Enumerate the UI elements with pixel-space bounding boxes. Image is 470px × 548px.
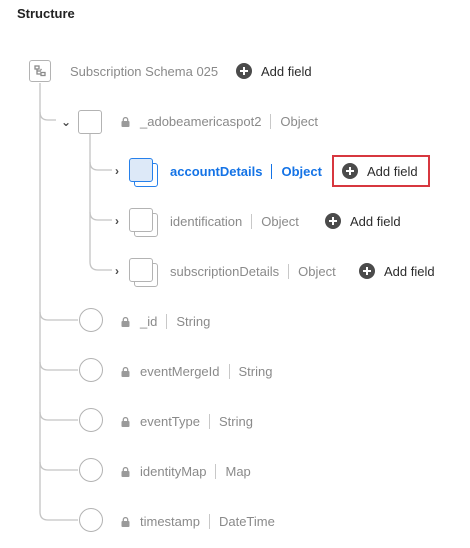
- chevron-right-icon[interactable]: ›: [115, 165, 119, 177]
- field-type: DateTime: [218, 514, 275, 529]
- field-row-eventtype[interactable]: eventType String: [121, 414, 253, 429]
- field-node-icon: [79, 308, 103, 332]
- field-node-icon: [79, 358, 103, 382]
- field-name: subscriptionDetails: [170, 264, 280, 279]
- root-add-field-button[interactable]: Add field: [236, 63, 312, 79]
- field-name: _adobeamericaspot2: [140, 114, 262, 129]
- divider: [166, 314, 168, 329]
- lock-icon: [121, 416, 130, 427]
- field-name: identityMap: [140, 464, 207, 479]
- lock-icon: [121, 466, 130, 477]
- field-name: identification: [170, 214, 243, 229]
- chevron-right-icon[interactable]: ›: [115, 215, 119, 227]
- root-row: Subscription Schema 025: [70, 64, 218, 79]
- object-stack-icon: [129, 258, 159, 288]
- field-row-timestamp[interactable]: timestamp DateTime: [121, 514, 275, 529]
- field-type: Object: [298, 264, 336, 279]
- chevron-right-icon[interactable]: ›: [115, 265, 119, 277]
- divider: [288, 264, 290, 279]
- root-name: Subscription Schema 025: [70, 64, 219, 79]
- child-row-accountdetails[interactable]: accountDetails Object: [170, 164, 322, 179]
- lock-icon: [121, 316, 130, 327]
- field-name: eventType: [140, 414, 200, 429]
- divider: [251, 214, 253, 229]
- divider: [208, 514, 210, 529]
- field-type: String: [176, 314, 211, 329]
- accountdetails-add-field-button[interactable]: Add field: [332, 155, 430, 187]
- field-type: Object: [280, 114, 318, 129]
- divider: [228, 364, 230, 379]
- field-node-icon: [79, 458, 103, 482]
- field-type: Object: [281, 164, 322, 179]
- chevron-down-icon[interactable]: ⌄: [61, 116, 71, 128]
- add-field-label: Add field: [384, 263, 435, 279]
- divider: [215, 464, 217, 479]
- object-stack-icon: [129, 158, 159, 188]
- field-name: eventMergeId: [140, 364, 220, 379]
- add-circle-icon: [325, 213, 341, 229]
- schema-icon: [29, 60, 51, 82]
- field-node-icon: [79, 408, 103, 432]
- field-row-eventmergeid[interactable]: eventMergeId String: [121, 364, 272, 379]
- field-name: timestamp: [140, 514, 200, 529]
- field-type: String: [219, 414, 253, 429]
- field-row-identitymap[interactable]: identityMap Map: [121, 464, 251, 479]
- object-stack-icon: [129, 208, 159, 238]
- divider: [270, 114, 272, 129]
- field-node-icon: [79, 508, 103, 532]
- field-name: _id: [140, 314, 158, 329]
- add-circle-icon: [359, 263, 375, 279]
- child-row-subscriptiondetails[interactable]: subscriptionDetails Object: [170, 264, 336, 279]
- add-circle-icon: [236, 63, 252, 79]
- object-row[interactable]: _adobeamericaspot2 Object: [121, 114, 318, 129]
- field-type: Map: [225, 464, 251, 479]
- divider: [271, 164, 273, 179]
- add-field-label: Add field: [367, 163, 418, 179]
- identification-add-field-button[interactable]: Add field: [325, 213, 401, 229]
- lock-icon: [121, 366, 130, 377]
- child-row-identification[interactable]: identification Object: [170, 214, 299, 229]
- subscriptiondetails-add-field-button[interactable]: Add field: [359, 263, 435, 279]
- object-icon: [78, 110, 102, 134]
- field-type: Object: [261, 214, 299, 229]
- add-field-label: Add field: [350, 213, 401, 229]
- structure-panel: Structure Subscription Schema 025 Add fi…: [0, 0, 470, 548]
- lock-icon: [121, 516, 130, 527]
- lock-icon: [121, 116, 130, 127]
- field-type: String: [238, 364, 273, 379]
- field-row-id[interactable]: _id String: [121, 314, 210, 329]
- add-circle-icon: [342, 163, 358, 179]
- divider: [209, 414, 210, 429]
- add-field-label: Add field: [261, 63, 312, 79]
- field-name: accountDetails: [170, 164, 263, 179]
